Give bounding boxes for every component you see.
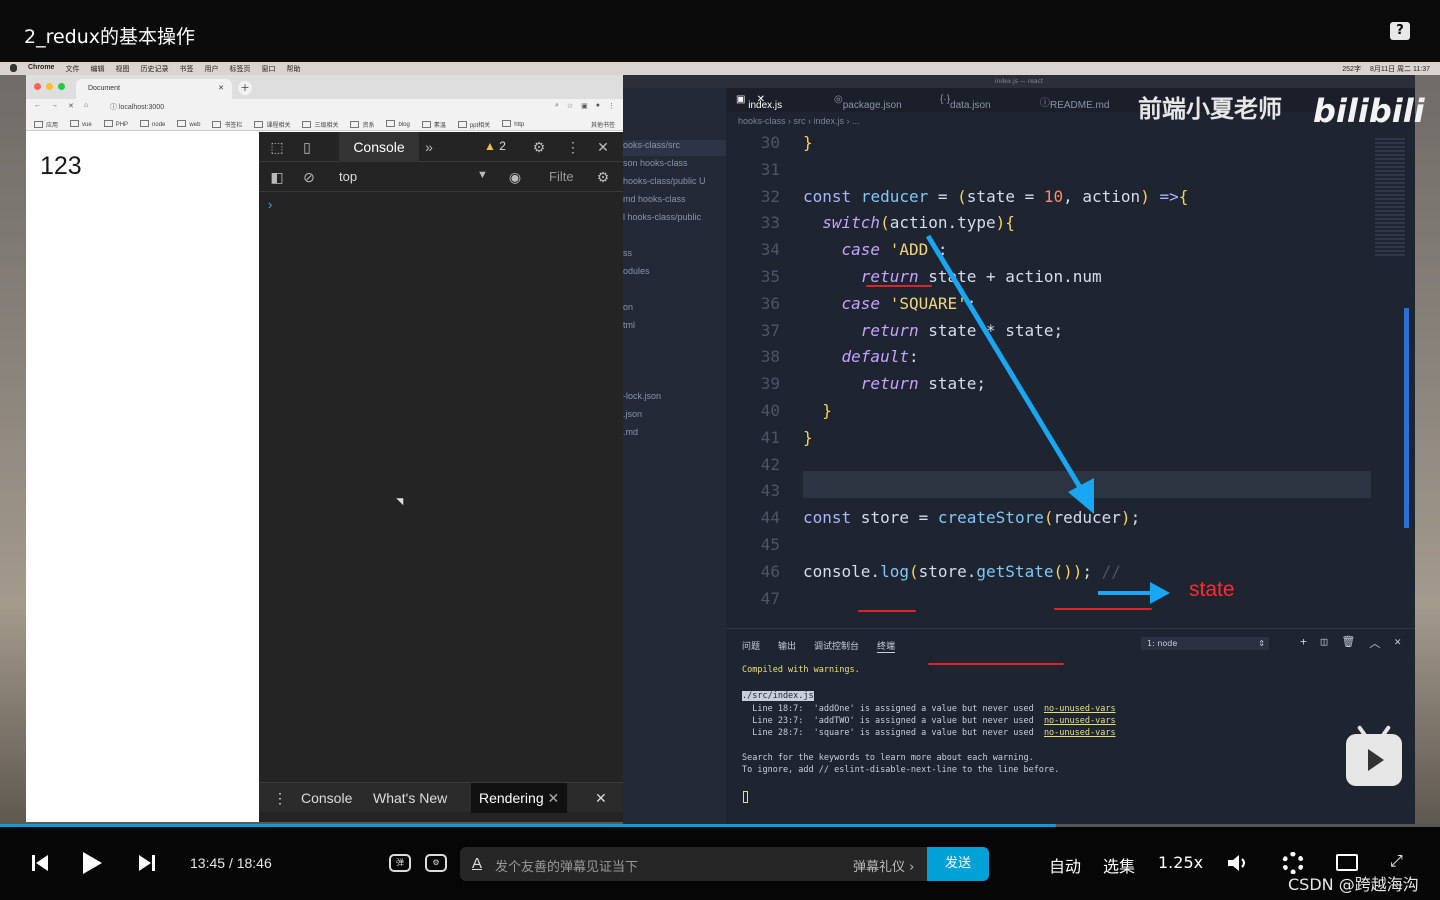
font-style-icon[interactable]: A	[472, 855, 482, 872]
annotation-arrows	[925, 234, 1170, 604]
episodes-button[interactable]: 选集	[1103, 853, 1135, 877]
player-controls: 13:45 / 18:46 弹 ⚙ A 发个友善的弹幕见证当下 弹幕礼仪 › 发…	[0, 827, 1440, 900]
danmaku-etiquette-link[interactable]: 弹幕礼仪 ›	[853, 856, 914, 875]
csdn-credit: CSDN @跨越海沟	[1288, 875, 1419, 894]
danmaku-toggle-icon[interactable]: 弹	[389, 854, 411, 872]
duration: 18:46	[236, 855, 272, 871]
video-title: 2_redux的基本操作	[24, 26, 196, 48]
question-icon[interactable]: ?	[1390, 22, 1410, 40]
quality-button[interactable]: 自动	[1049, 853, 1081, 877]
arrow-head-down	[1068, 478, 1094, 514]
time-separator: /	[228, 855, 233, 871]
arrow-head-right	[1150, 582, 1170, 604]
send-button[interactable]: 发送	[927, 847, 989, 881]
previous-icon[interactable]	[32, 854, 48, 876]
time-display: 13:45 / 18:46	[190, 855, 272, 871]
fullscreen-icon[interactable]: ⤢	[1390, 851, 1403, 871]
volume-icon[interactable]	[1228, 854, 1250, 872]
annotation-state-label: state	[1189, 578, 1235, 601]
danmaku-input[interactable]: 发个友善的弹幕见证当下	[495, 856, 638, 875]
title-bar: 2_redux的基本操作 ?	[0, 0, 1440, 62]
play-icon[interactable]	[83, 852, 102, 874]
next-icon[interactable]	[139, 854, 155, 876]
video-frame[interactable]: Chrome 文件 编辑 视图 历史记录 书签 用户 标签页 窗口 帮助 252字 8月11日 周…	[0, 62, 1440, 838]
current-time: 13:45	[190, 855, 226, 871]
pip-icon[interactable]	[1336, 854, 1358, 871]
speed-button[interactable]: 1.25x	[1158, 853, 1203, 872]
arrow-reducer-to-createstore	[925, 234, 1087, 496]
danmaku-settings-icon[interactable]: ⚙	[425, 854, 447, 872]
danmaku-input-bar: A 发个友善的弹幕见证当下 弹幕礼仪 › 发送	[460, 847, 989, 881]
bilibili-tv-icon	[1346, 724, 1402, 786]
